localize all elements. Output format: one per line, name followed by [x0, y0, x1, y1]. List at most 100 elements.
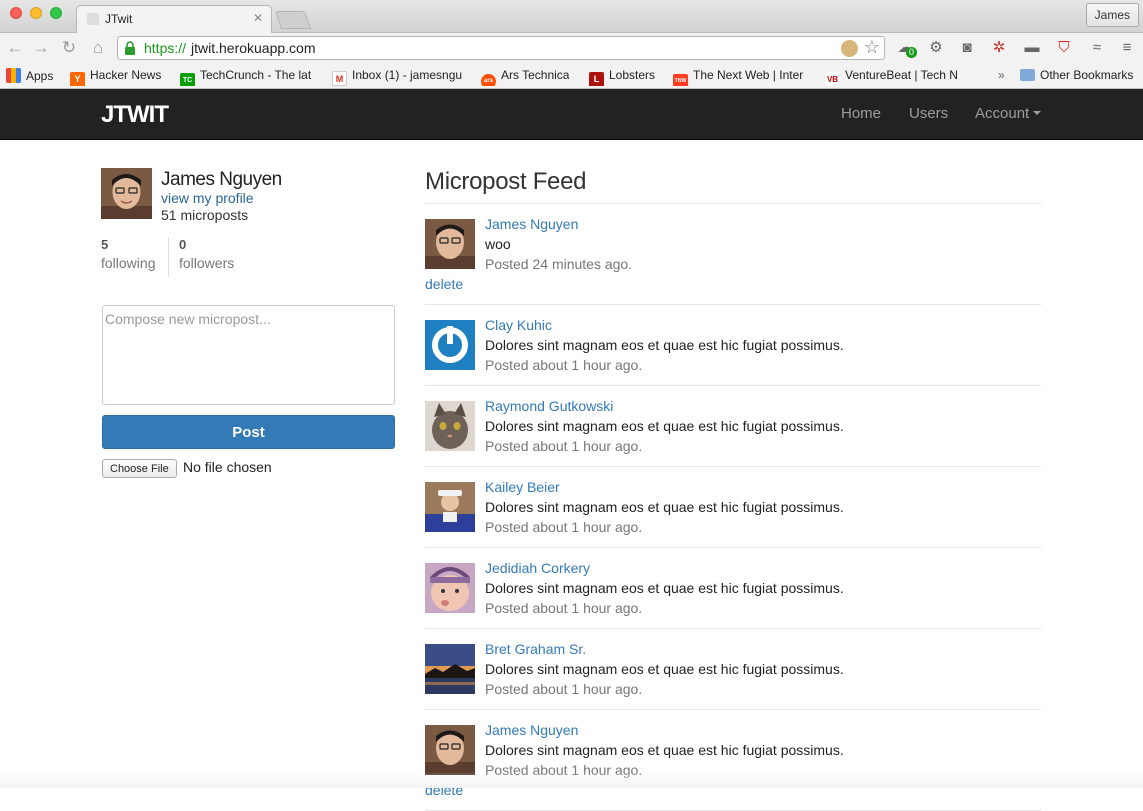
nav-account-dropdown[interactable]: Account	[975, 105, 1042, 122]
feed-title: Micropost Feed	[425, 168, 587, 195]
followers-count: 0	[179, 237, 187, 252]
post-content: Dolores sint magnam eos et quae est hic …	[485, 337, 844, 353]
post-user-link[interactable]: Jedidiah Corkery	[485, 560, 590, 576]
extension-mask-icon[interactable]: ◙	[958, 39, 976, 57]
minimize-window-icon[interactable]	[30, 7, 42, 19]
post-timestamp: Posted about 1 hour ago.	[485, 519, 643, 535]
extension-pinwheel-icon[interactable]: ✲	[990, 39, 1008, 57]
menu-icon[interactable]: ≡	[1118, 39, 1136, 57]
bookmark-gmail[interactable]: M Inbox (1) - jamesngu	[332, 68, 466, 86]
reload-icon[interactable]: ↻	[58, 37, 80, 59]
choose-file-button[interactable]: Choose File	[102, 459, 177, 478]
james-avatar[interactable]	[425, 725, 475, 775]
profile-avatar[interactable]	[101, 168, 152, 219]
bookmark-label: VentureBeat | Tech N	[845, 68, 958, 82]
extension-sofa-icon[interactable]: ▬	[1023, 39, 1041, 57]
techcrunch-icon: TC	[180, 73, 195, 86]
url-host: jtwit.herokuapp.com	[191, 40, 316, 56]
bookmark-label: Inbox (1) - jamesngu	[352, 68, 463, 82]
bookmark-hacker-news[interactable]: Y Hacker News	[70, 68, 161, 86]
gear-icon[interactable]: ⚙	[927, 39, 945, 57]
site-logo[interactable]: JTWIT	[101, 101, 169, 129]
post-content: woo	[485, 236, 511, 252]
post-button[interactable]: Post	[102, 415, 395, 449]
tab-strip: JTwit ✕ James	[0, 0, 1143, 33]
sunset-avatar[interactable]	[425, 644, 475, 694]
address-bar[interactable]: https:// jtwit.herokuapp.com ☆	[117, 36, 885, 60]
browser-chrome: JTwit ✕ James ← → ↻ ⌂ https:// jtwit.her…	[0, 0, 1143, 89]
post-content: Dolores sint magnam eos et quae est hic …	[485, 661, 844, 677]
back-icon[interactable]: ←	[4, 37, 26, 59]
folder-icon	[1020, 69, 1035, 81]
following-count: 5	[101, 237, 109, 252]
bookmark-label: TechCrunch - The lat	[200, 68, 312, 82]
nav-home-link[interactable]: Home	[841, 105, 881, 122]
view-profile-link[interactable]: view my profile	[161, 190, 254, 206]
favicon-icon	[87, 13, 99, 25]
tab-jtwit[interactable]: JTwit ✕	[76, 5, 272, 33]
post-user-link[interactable]: Kailey Beier	[485, 479, 560, 495]
post-user-link[interactable]: James Nguyen	[485, 216, 578, 232]
bookmark-venturebeat[interactable]: VB VentureBeat | Tech N	[825, 68, 961, 86]
micropost-item: Clay Kuhic Dolores sint magnam eos et qua…	[425, 305, 1041, 386]
post-timestamp: Posted about 1 hour ago.	[485, 357, 643, 373]
micropost-item: Jedidiah Corkery Dolores sint magnam eos …	[425, 548, 1041, 629]
post-content: Dolores sint magnam eos et quae est hic …	[485, 418, 844, 434]
bookmark-the-next-web[interactable]: TNW The Next Web | Inter	[673, 68, 809, 86]
file-status: No file chosen	[183, 459, 272, 475]
micropost-item: Raymond Gutkowski Dolores sint magnam eos…	[425, 386, 1041, 467]
window-bottom-shadow	[0, 772, 1143, 788]
close-window-icon[interactable]	[10, 7, 22, 19]
bookmark-label: Lobsters	[609, 68, 656, 82]
nav-users-link[interactable]: Users	[909, 105, 948, 122]
bookmark-label: Apps	[26, 69, 54, 83]
bookmark-ars-technica[interactable]: ars Ars Technica	[481, 68, 569, 86]
following-stat[interactable]: 5 following	[101, 237, 167, 271]
extension-badge: 0	[906, 47, 918, 58]
extension-wave-icon[interactable]: ≈	[1088, 39, 1106, 57]
bookmark-lobsters[interactable]: L Lobsters	[589, 68, 655, 86]
home-icon[interactable]: ⌂	[87, 37, 109, 59]
tab-title: JTwit	[105, 12, 133, 26]
bookmark-label: Other Bookmarks	[1040, 68, 1134, 82]
post-user-link[interactable]: Clay Kuhic	[485, 317, 552, 333]
person-hat-avatar[interactable]	[425, 482, 475, 532]
forward-icon[interactable]: →	[30, 37, 52, 59]
browser-profile-button[interactable]: James	[1085, 3, 1139, 27]
post-content: Dolores sint magnam eos et quae est hic …	[485, 580, 844, 596]
post-delete-link[interactable]: delete	[425, 276, 463, 292]
baby-avatar[interactable]	[425, 563, 475, 613]
post-user-link[interactable]: Bret Graham Sr.	[485, 641, 586, 657]
james-avatar[interactable]	[425, 219, 475, 269]
tnw-icon: TNW	[673, 74, 688, 86]
cookie-extension-icon[interactable]	[841, 40, 858, 57]
followers-label: followers	[179, 255, 235, 271]
zoom-window-icon[interactable]	[50, 7, 62, 19]
lobsters-icon: L	[589, 72, 604, 86]
compose-micropost-textarea[interactable]	[102, 305, 395, 405]
bookmark-techcrunch[interactable]: TC TechCrunch - The lat	[180, 68, 326, 86]
bookmark-apps[interactable]: Apps	[6, 68, 53, 86]
new-tab-button[interactable]	[274, 11, 312, 29]
url-scheme: https://	[144, 40, 187, 56]
micropost-feed: James Nguyen woo Posted 24 minutes ago. del…	[425, 204, 1041, 811]
tab-close-icon[interactable]: ✕	[253, 11, 263, 25]
venturebeat-icon: VB	[825, 72, 840, 86]
hacker-news-icon: Y	[70, 72, 85, 86]
bookmark-star-icon[interactable]: ☆	[864, 37, 880, 58]
followers-stat[interactable]: 0 followers	[168, 237, 234, 277]
cat-avatar[interactable]	[425, 401, 475, 451]
ars-technica-icon: ars	[481, 74, 496, 86]
micropost-item: James Nguyen woo Posted 24 minutes ago. del…	[425, 204, 1041, 305]
extension-ublock-icon[interactable]: ⛉	[1055, 39, 1073, 57]
extension-cloud-icon[interactable]: ☁ 0	[896, 39, 918, 58]
gravatar-default-avatar[interactable]	[425, 320, 475, 370]
micropost-item: Bret Graham Sr. Dolores sint magnam eos e…	[425, 629, 1041, 710]
micropost-item: James Nguyen Dolores sint magnam eos et q…	[425, 710, 1041, 811]
profile-name: James Nguyen	[161, 169, 282, 190]
bookmark-other-bookmarks[interactable]: Other Bookmarks	[1020, 68, 1133, 86]
bookmarks-overflow-button[interactable]: »	[998, 68, 1005, 86]
bookmark-label: The Next Web | Inter	[693, 68, 804, 82]
post-user-link[interactable]: James Nguyen	[485, 722, 578, 738]
post-user-link[interactable]: Raymond Gutkowski	[485, 398, 613, 414]
